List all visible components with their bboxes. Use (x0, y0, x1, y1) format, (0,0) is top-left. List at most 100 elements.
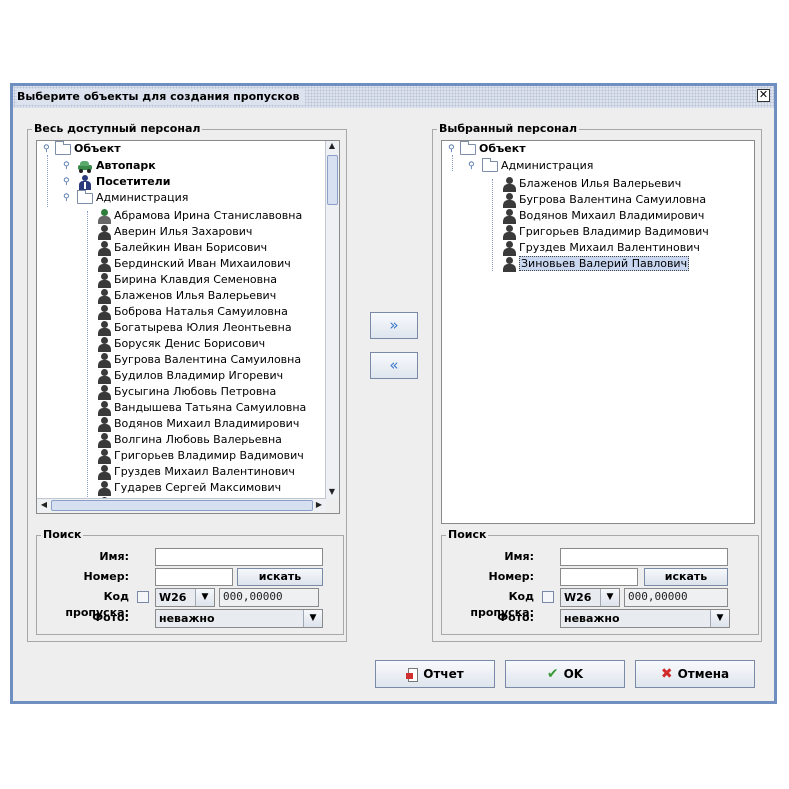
left-horizontal-scrollbar[interactable]: ◀ ▶ (37, 498, 326, 513)
person-list-item[interactable]: Боруcяк Денис Борисович (97, 336, 265, 352)
left-pass-code-input[interactable]: 000,00000 (219, 588, 319, 607)
person-list-item[interactable]: Будилов Владимир Игоревич (97, 368, 283, 384)
left-pass-code-checkbox[interactable] (137, 591, 149, 603)
person-list-item[interactable]: Боброва Наталья Самуиловна (97, 304, 288, 320)
tree-root-node[interactable]: Объект (460, 141, 526, 157)
person-name: Бусыгина Любовь Петровна (114, 385, 277, 398)
selected-person-item[interactable]: Зиновьев Валерий Павлович (502, 256, 690, 272)
person-list-item[interactable]: Водянов Михаил Владимирович (97, 416, 299, 432)
person-list-item[interactable]: Вандышева Татьяна Самуиловна (97, 400, 306, 416)
right-pass-code-checkbox[interactable] (542, 591, 554, 603)
person-icon (97, 384, 111, 400)
report-icon (406, 667, 419, 682)
cancel-button[interactable]: ✖ Отмена (635, 660, 755, 688)
person-list-item[interactable]: Бирина Клавдия Семеновна (97, 272, 277, 288)
person-name: Балейкин Иван Борисович (114, 241, 268, 254)
folder-icon (460, 141, 476, 155)
person-name: Будилов Владимир Игоревич (114, 369, 284, 382)
scroll-up-icon[interactable]: ▲ (326, 141, 338, 153)
person-name: Григорьев Владимир Вадимович (114, 449, 304, 462)
all-personnel-panel: Весь доступный персонал ⚲ Объект ⚲ Автоп… (27, 122, 347, 642)
collapse-handle-root[interactable]: ⚲ (43, 145, 51, 154)
scroll-down-icon[interactable]: ▼ (326, 487, 338, 499)
tree-node-autopark[interactable]: Автопарк (77, 158, 156, 174)
tree-node-administration[interactable]: Администрация (482, 157, 593, 174)
folder-icon (77, 189, 93, 204)
person-name: Бердинский Иван Михаилович (114, 257, 291, 270)
selected-person-item[interactable]: Блаженов Илья Валерьевич (502, 176, 681, 192)
person-list-item[interactable]: Блаженов Илья Валерьевич (97, 288, 276, 304)
tree-node-administration[interactable]: Администрация (77, 189, 188, 206)
scroll-thumb[interactable] (327, 155, 338, 205)
report-button[interactable]: Отчет (375, 660, 495, 688)
left-photo-select[interactable]: неважно ▼ (155, 609, 323, 628)
person-list-item[interactable]: Аверин Илья Захарович (97, 224, 252, 240)
selected-person-item[interactable]: Бугрова Валентина Самуиловна (502, 192, 706, 208)
selected-person-item[interactable]: Груздев Михаил Валентинович (502, 240, 700, 256)
person-icon (97, 400, 111, 416)
selected-person-item[interactable]: Водянов Михаил Владимирович (502, 208, 704, 224)
right-search-button[interactable]: искать (644, 568, 728, 586)
left-pass-format-select[interactable]: W26 ▼ (155, 588, 215, 607)
person-list-item[interactable]: Груздев Михаил Валентинович (97, 464, 295, 480)
add-all-button[interactable]: » (370, 312, 418, 339)
car-icon (77, 159, 93, 173)
person-name: Богатырева Юлия Леонтьевна (114, 321, 292, 334)
dialog-window: Выберите объекты для создания пропусков … (10, 83, 777, 704)
person-list-item[interactable]: Гударев Сергей Максимович (97, 480, 281, 496)
left-search-label: Поиск (41, 528, 84, 542)
tree-root-node[interactable]: Объект (55, 141, 121, 157)
person-icon (502, 256, 516, 272)
person-list-item[interactable]: Богатырева Юлия Леонтьевна (97, 320, 292, 336)
scroll-right-icon[interactable]: ▶ (314, 500, 324, 509)
double-arrow-right-icon: » (389, 316, 399, 334)
person-name: Гударев Сергей Максимович (114, 481, 282, 494)
expand-handle-autopark[interactable]: ⚲ (63, 162, 71, 171)
person-list-item[interactable]: Бусыгина Любовь Петровна (97, 384, 276, 400)
chevron-down-icon: ▼ (710, 610, 729, 627)
left-name-input[interactable] (155, 548, 323, 566)
cancel-icon: ✖ (660, 666, 673, 682)
collapse-handle-admin[interactable]: ⚲ (468, 162, 476, 171)
remove-all-button[interactable]: « (370, 352, 418, 379)
right-pass-code-input[interactable]: 000,00000 (624, 588, 728, 607)
person-list-item[interactable]: Григорьев Владимир Вадимович (97, 448, 304, 464)
left-search-button[interactable]: искать (237, 568, 323, 586)
person-list-item[interactable]: Балейкин Иван Борисович (97, 240, 267, 256)
all-personnel-tree[interactable]: ⚲ Объект ⚲ Автопарк ⚲ Посетители ⚲ Админ… (36, 140, 340, 514)
collapse-handle-root[interactable]: ⚲ (448, 145, 456, 154)
person-name: Бирина Клавдия Семеновна (114, 273, 278, 286)
left-vertical-scrollbar[interactable]: ▲ ▼ (325, 141, 339, 499)
person-name: Блаженов Илья Валерьевич (519, 177, 682, 190)
person-list-item[interactable]: Волгина Любовь Валерьевна (97, 432, 282, 448)
person-icon (97, 288, 111, 304)
left-number-input[interactable] (155, 568, 233, 586)
ok-button[interactable]: ✔ OK (505, 660, 625, 688)
person-list-item[interactable]: Абрамова Ирина Станиславовна (97, 208, 302, 224)
close-button[interactable]: ✕ (757, 89, 770, 102)
person-icon (97, 272, 111, 288)
expand-handle-visitors[interactable]: ⚲ (63, 178, 71, 187)
scroll-left-icon[interactable]: ◀ (39, 500, 49, 509)
tree-node-visitors[interactable]: Посетители (77, 174, 170, 190)
right-photo-select[interactable]: неважно ▼ (560, 609, 730, 628)
selected-personnel-tree[interactable]: ⚲ Объект ⚲ Администрация Блаженов Илья В… (441, 140, 755, 524)
number-label: Номер: (83, 570, 130, 583)
person-list-item[interactable]: Бугрова Валентина Самуиловна (97, 352, 301, 368)
person-list-item[interactable]: Бердинский Иван Михаилович (97, 256, 291, 272)
title-bar[interactable]: Выберите объекты для создания пропусков … (13, 86, 774, 108)
number-label: Номер: (488, 570, 535, 583)
hscroll-thumb[interactable] (51, 500, 313, 511)
collapse-handle-admin[interactable]: ⚲ (63, 194, 71, 203)
right-number-input[interactable] (560, 568, 638, 586)
person-icon (502, 240, 516, 256)
right-name-input[interactable] (560, 548, 728, 566)
folder-icon (482, 157, 498, 172)
person-icon (97, 304, 111, 320)
name-label: Имя: (504, 550, 534, 563)
selected-personnel-label: Выбранный персонал (437, 122, 580, 136)
dialog-title: Выберите объекты для создания пропусков (17, 89, 306, 105)
right-pass-format-select[interactable]: W26 ▼ (560, 588, 620, 607)
person-icon (97, 480, 111, 496)
selected-person-item[interactable]: Григорьев Владимир Вадимович (502, 224, 709, 240)
